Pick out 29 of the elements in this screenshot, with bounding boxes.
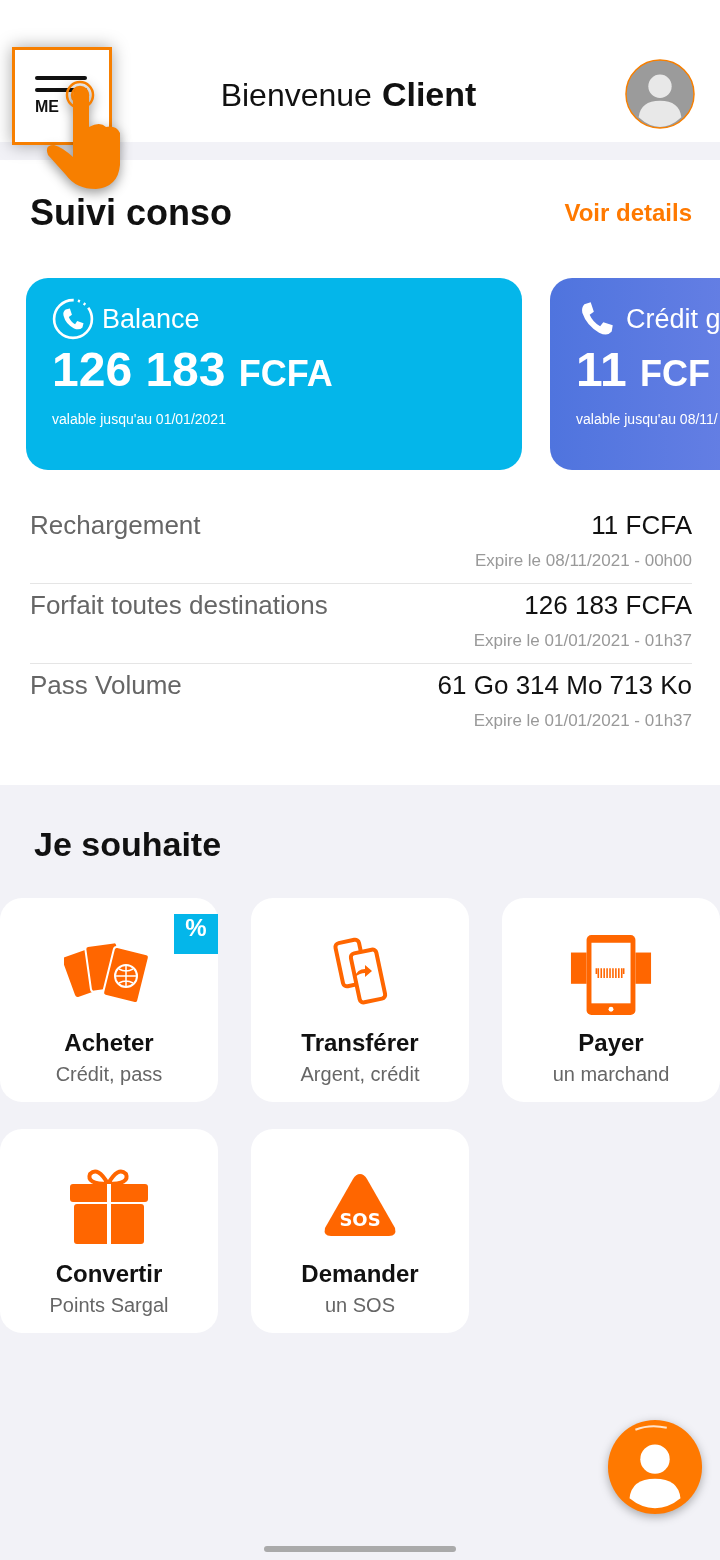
section-title: Suivi conso [30, 192, 233, 234]
usage-value: 61 Go 314 Mo 713 Ko [437, 670, 692, 701]
expiry-text: Expire le 01/01/2021 - 01h37 [472, 711, 692, 731]
assistant-button[interactable] [606, 1418, 704, 1516]
usage-name: Pass Volume [30, 670, 182, 701]
avatar-icon[interactable] [625, 59, 695, 129]
user-name: Client [381, 74, 477, 114]
action-tile[interactable]: Payer un marchand [502, 898, 720, 1102]
usage-value: 126 183 FCFA [524, 590, 692, 621]
card-validity: valable jusqu'au 08/11/ [576, 411, 719, 427]
section-title: Je souhaite [34, 825, 223, 864]
usage-value: 11 FCFA [591, 510, 692, 541]
card-label: Balance [102, 303, 200, 335]
card-amount: 126 183 FCFA [52, 342, 334, 397]
usage-name: Forfait toutes destinations [30, 590, 328, 621]
card-validity: valable jusqu'au 01/01/2021 [52, 411, 227, 427]
action-tile[interactable]: Transférer Argent, crédit [251, 898, 469, 1102]
expiry-text: Expire le 01/01/2021 - 01h37 [472, 631, 692, 651]
discount-badge: % [174, 914, 218, 954]
card-amount: 11 FCF [576, 342, 712, 397]
greeting-text: Bienvenue [220, 76, 372, 114]
usage-name: Rechargement [30, 510, 201, 541]
action-tile[interactable]: % Acheter Crédit, pass [0, 898, 218, 1102]
credit-card[interactable]: Crédit g 11 FCF valable jusqu'au 08/11/ [550, 278, 720, 470]
expiry-text: Expire le 08/11/2021 - 00h00 [473, 551, 692, 571]
action-tile[interactable]: Convertir Points Sargal [0, 1129, 218, 1333]
card-label: Crédit g [626, 303, 720, 335]
phone-icon [52, 298, 94, 340]
action-tile[interactable]: SOS Demander un SOS [251, 1129, 469, 1333]
